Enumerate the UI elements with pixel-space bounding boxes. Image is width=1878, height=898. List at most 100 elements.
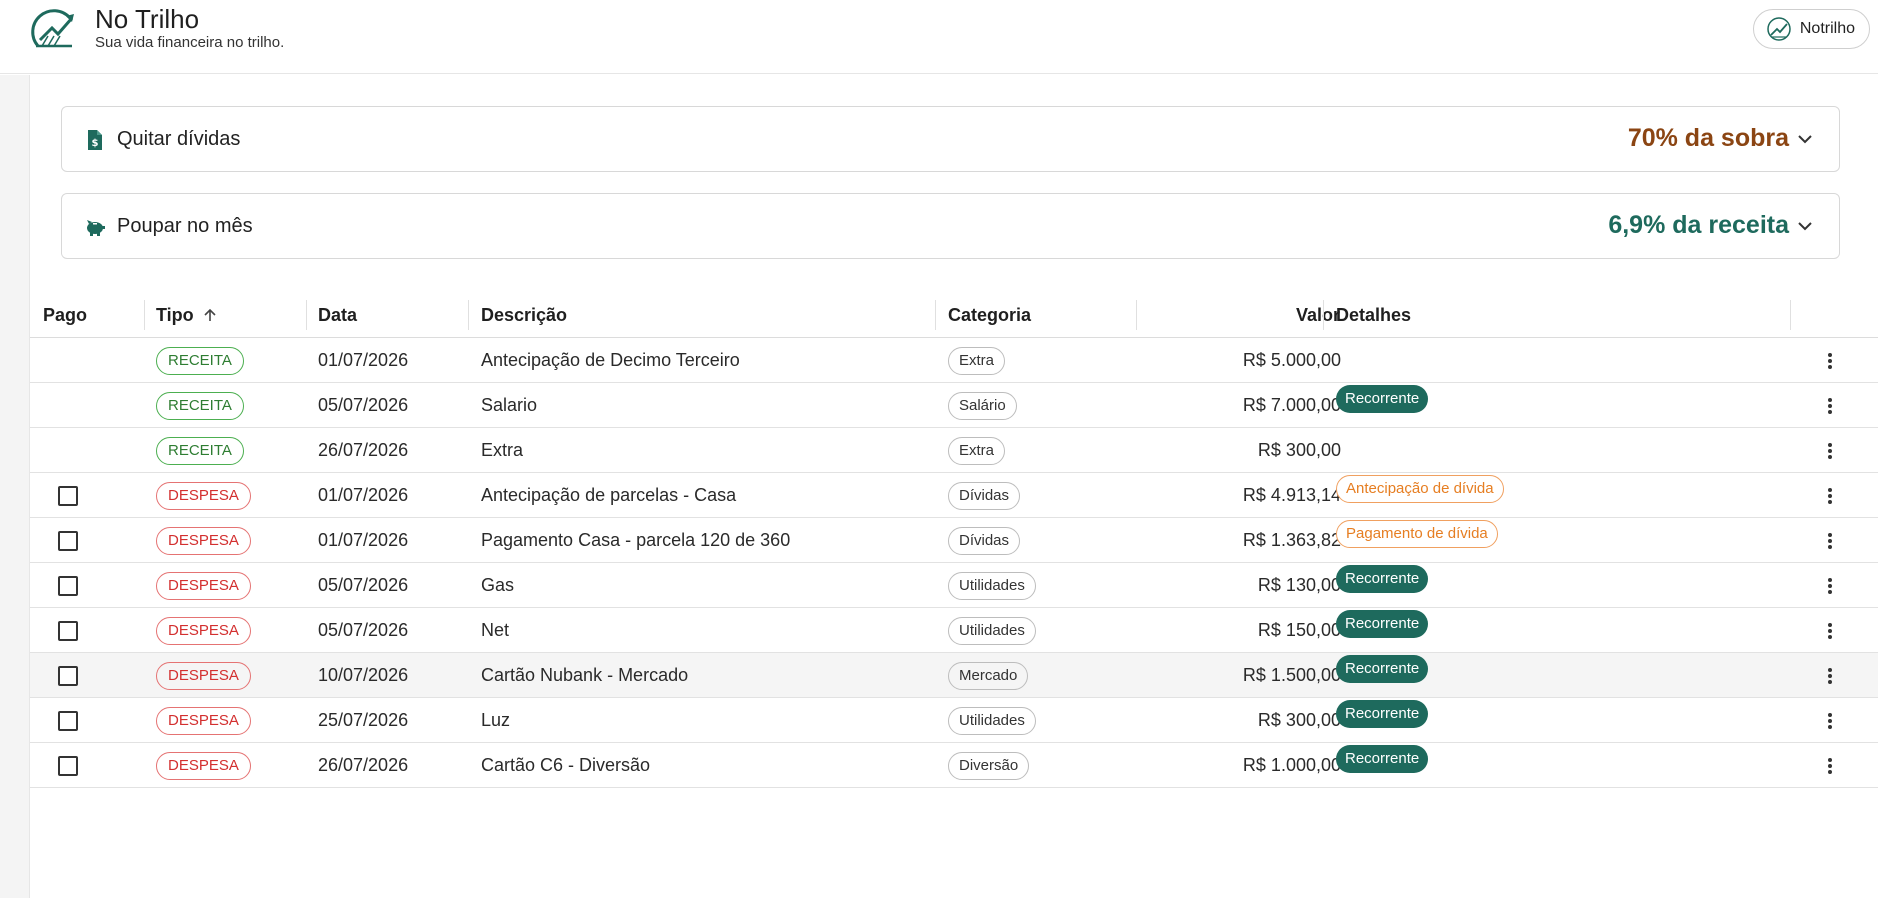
date-cell: 01/07/2026 (318, 350, 409, 370)
detail-chip: Recorrente (1336, 384, 1429, 413)
detail-chip: Pagamento de dívida (1336, 519, 1498, 548)
more-vert-icon[interactable] (1820, 486, 1840, 506)
column-separator[interactable] (1790, 300, 1791, 330)
more-vert-icon[interactable] (1820, 711, 1840, 731)
description-cell: Antecipação de Decimo Terceiro (481, 350, 740, 370)
column-separator[interactable] (1136, 300, 1137, 330)
goal-card-value: 70% da sobra (1627, 124, 1789, 152)
table-body: RECEITA 01/07/2026 Antecipação de Decimo T… (30, 338, 1878, 788)
column-header-data[interactable]: Data (318, 292, 357, 338)
pago-checkbox[interactable] (58, 575, 78, 596)
description-cell: Luz (481, 710, 511, 730)
tipo-chip: DESPESA (156, 526, 251, 555)
category-chip: Dívidas (948, 526, 1021, 555)
category-chip: Diversão (948, 751, 1030, 780)
goal-card-quitar-dividas[interactable]: $ Quitar dívidas 70% da sobra (61, 106, 1840, 172)
detail-chip: Recorrente (1336, 699, 1429, 728)
app-logo-icon (31, 9, 74, 48)
left-sidebar-strip (0, 75, 30, 898)
pago-checkbox[interactable] (58, 710, 78, 731)
table-row[interactable]: DESPESA 01/07/2026 Pagamento Casa - parcel… (30, 518, 1878, 563)
more-vert-icon[interactable] (1820, 621, 1840, 641)
chevron-down-icon[interactable] (1797, 218, 1813, 234)
pago-checkbox[interactable] (58, 530, 78, 551)
column-header-pago[interactable]: Pago (43, 292, 87, 338)
goal-card-poupar-no-mes[interactable]: Poupar no mês 6,9% da receita (61, 193, 1840, 259)
value-cell: R$ 300,00 (1257, 440, 1341, 460)
pago-checkbox[interactable] (58, 665, 78, 686)
table-row[interactable]: RECEITA 01/07/2026 Antecipação de Decimo T… (30, 338, 1878, 383)
category-chip: Utilidades (948, 571, 1036, 600)
value-cell: R$ 4.913,14 (1242, 485, 1341, 505)
table-row[interactable]: DESPESA 01/07/2026 Antecipação de parcelas… (30, 473, 1878, 518)
tipo-chip: RECEITA (156, 436, 244, 465)
date-cell: 10/07/2026 (318, 665, 409, 685)
column-header-categoria[interactable]: Categoria (948, 292, 1031, 338)
more-vert-icon[interactable] (1820, 666, 1840, 686)
date-cell: 26/07/2026 (318, 440, 409, 460)
file-dollar-icon: $ (88, 130, 102, 150)
more-vert-icon[interactable] (1820, 396, 1840, 416)
date-cell: 01/07/2026 (318, 485, 409, 505)
pago-checkbox[interactable] (58, 755, 78, 776)
user-menu-button[interactable]: Notrilho (1752, 9, 1870, 49)
detail-chip: Recorrente (1336, 654, 1429, 683)
tipo-chip: DESPESA (156, 571, 251, 600)
column-separator[interactable] (144, 300, 145, 330)
date-cell: 05/07/2026 (318, 620, 409, 640)
detail-chip: Recorrente (1336, 609, 1429, 638)
tipo-chip: RECEITA (156, 391, 244, 420)
column-separator[interactable] (468, 300, 469, 330)
table-row[interactable]: DESPESA 25/07/2026 Luz Utilidades R$ 300,00 R… (30, 698, 1878, 743)
arrow-up-sort-icon[interactable] (202, 307, 218, 323)
category-chip: Utilidades (948, 616, 1036, 645)
date-cell: 26/07/2026 (318, 755, 409, 775)
column-header-descricao[interactable]: Descrição (481, 292, 567, 338)
value-cell: R$ 1.363,82 (1242, 530, 1341, 550)
table-row[interactable]: DESPESA 10/07/2026 Cartão Nubank - Mercado… (30, 653, 1878, 698)
description-cell: Extra (481, 440, 524, 460)
category-chip: Extra (948, 436, 1006, 465)
more-vert-icon[interactable] (1820, 576, 1840, 596)
value-cell: R$ 5.000,00 (1242, 350, 1341, 370)
date-cell: 05/07/2026 (318, 395, 409, 415)
more-vert-icon[interactable] (1820, 756, 1840, 776)
pago-checkbox[interactable] (58, 620, 78, 641)
column-header-detalhes[interactable]: Detalhes (1336, 292, 1411, 338)
date-cell: 05/07/2026 (318, 575, 409, 595)
column-separator[interactable] (1323, 300, 1324, 330)
tipo-chip: DESPESA (156, 661, 251, 690)
column-separator[interactable] (935, 300, 936, 330)
description-cell: Cartão Nubank - Mercado (481, 665, 689, 685)
table-row[interactable]: DESPESA 05/07/2026 Gas Utilidades R$ 130,00 R… (30, 563, 1878, 608)
chevron-down-icon[interactable] (1797, 131, 1813, 147)
app-title: No Trilho (95, 4, 200, 34)
table-row[interactable]: RECEITA 05/07/2026 Salario Salário R$ 7.000,… (30, 383, 1878, 428)
column-header-tipo-label: Tipo (156, 305, 194, 325)
goal-card-value: 6,9% da receita (1608, 211, 1789, 239)
table-row[interactable]: DESPESA 26/07/2026 Cartão C6 - Diversão Div… (30, 743, 1878, 788)
column-separator[interactable] (306, 300, 307, 330)
table-header: Pago Tipo Data Descrição Categoria Valor… (30, 292, 1878, 338)
tipo-chip: DESPESA (156, 616, 251, 645)
more-vert-icon[interactable] (1820, 351, 1840, 371)
description-cell: Salario (481, 395, 538, 415)
value-cell: R$ 1.500,00 (1242, 665, 1341, 685)
column-header-tipo[interactable]: Tipo (156, 292, 218, 338)
description-cell: Antecipação de parcelas - Casa (481, 485, 737, 505)
description-cell: Pagamento Casa - parcela 120 de 360 (481, 530, 791, 550)
description-cell: Net (481, 620, 510, 640)
more-vert-icon[interactable] (1820, 531, 1840, 551)
tipo-chip: DESPESA (156, 751, 251, 780)
pago-checkbox[interactable] (58, 485, 78, 506)
value-cell: R$ 150,00 (1257, 620, 1341, 640)
table-row[interactable]: DESPESA 05/07/2026 Net Utilidades R$ 150,00 R… (30, 608, 1878, 653)
description-cell: Gas (481, 575, 515, 595)
table-row[interactable]: RECEITA 26/07/2026 Extra Extra R$ 300,00 (30, 428, 1878, 473)
category-chip: Salário (948, 391, 1017, 420)
piggy-bank-icon (87, 220, 105, 236)
more-vert-icon[interactable] (1820, 441, 1840, 461)
category-chip: Mercado (948, 661, 1029, 690)
tipo-chip: DESPESA (156, 706, 251, 735)
transactions-table: Pago Tipo Data Descrição Categoria Valor… (30, 292, 1878, 788)
